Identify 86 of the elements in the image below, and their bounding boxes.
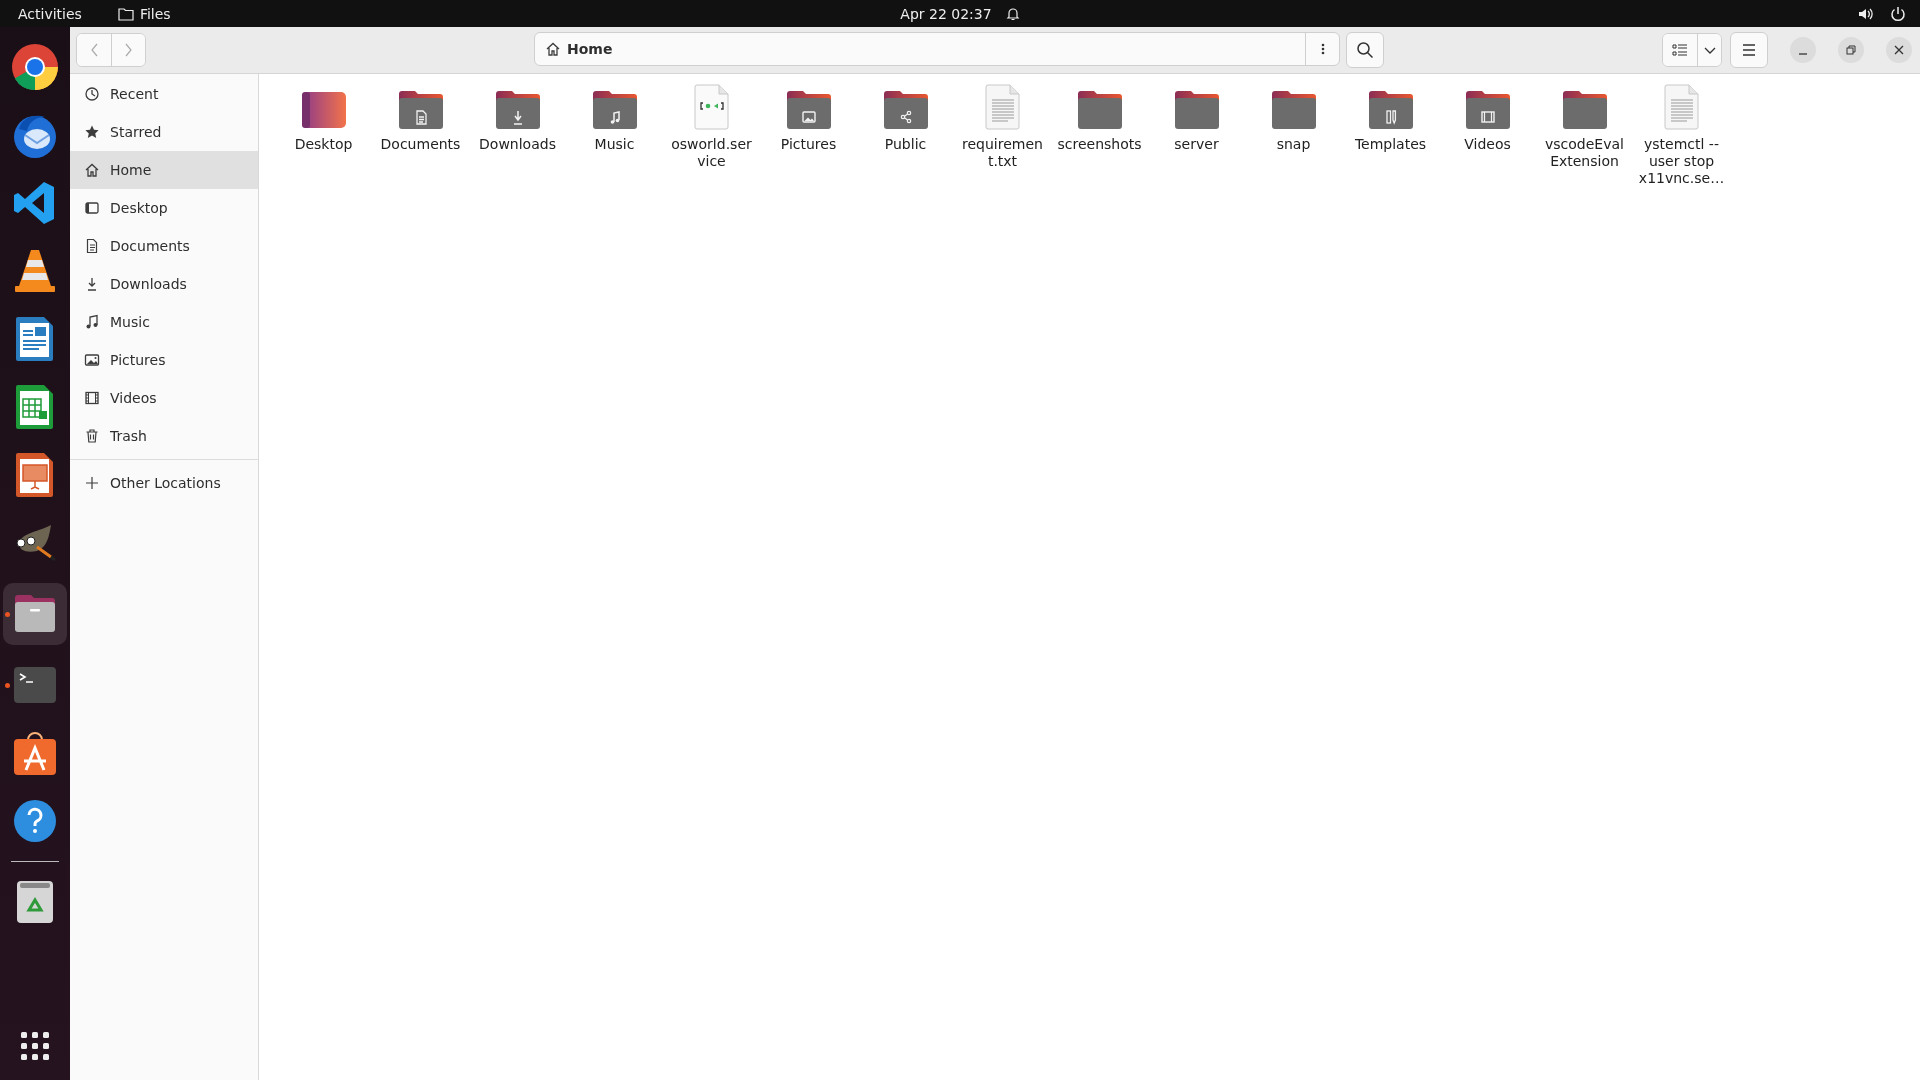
clock-icon <box>84 86 100 102</box>
file-manager-icon[interactable] <box>13 594 57 634</box>
folder-icon <box>1075 90 1124 130</box>
minimize-icon <box>1799 53 1807 55</box>
file-name[interactable]: snap <box>1250 136 1337 153</box>
restore-icon <box>1846 45 1856 55</box>
file-name[interactable]: ystemctl --user stop x11vnc.se… <box>1638 136 1725 187</box>
sidebar-item[interactable]: Videos <box>70 379 258 417</box>
presentation-app-icon[interactable] <box>15 451 55 499</box>
desktop-folder-icon <box>299 90 348 130</box>
folder-icon <box>1366 90 1415 130</box>
sidebar-item[interactable]: Home <box>70 151 258 189</box>
sidebar-item[interactable]: Downloads <box>70 265 258 303</box>
sidebar-item[interactable]: Starred <box>70 113 258 151</box>
file-name[interactable]: Desktop <box>280 136 367 153</box>
plus-icon <box>84 475 100 491</box>
browser-icon[interactable] <box>11 43 59 91</box>
file-name[interactable]: server <box>1153 136 1240 153</box>
chevron-right-icon <box>123 42 134 58</box>
service-file-icon <box>691 84 732 130</box>
vertical-dots-icon <box>1320 42 1325 56</box>
home-icon <box>84 162 100 178</box>
file-name[interactable]: Videos <box>1444 136 1531 153</box>
sidebar-item[interactable]: Pictures <box>70 341 258 379</box>
view-options-button[interactable] <box>1697 34 1721 66</box>
help-icon[interactable] <box>13 799 57 843</box>
menu-icon <box>1741 43 1757 57</box>
file-name[interactable]: Music <box>571 136 658 153</box>
sidebar-item[interactable]: Recent <box>70 75 258 113</box>
folder-icon <box>1463 90 1512 130</box>
close-icon <box>1894 45 1904 55</box>
search-icon <box>1356 41 1374 59</box>
minimize-button[interactable] <box>1790 37 1816 63</box>
star-icon <box>84 124 100 140</box>
sidebar-item[interactable]: Trash <box>70 417 258 455</box>
text-file-icon <box>982 84 1023 130</box>
spreadsheet-app-icon[interactable] <box>15 383 55 431</box>
document-app-icon[interactable] <box>15 315 55 363</box>
sidebar-item[interactable]: Documents <box>70 227 258 265</box>
folder-icon <box>1560 90 1609 130</box>
sidebar-item[interactable]: Desktop <box>70 189 258 227</box>
close-button[interactable] <box>1886 37 1912 63</box>
folder-icon <box>1172 90 1221 130</box>
menu-button[interactable] <box>1730 32 1768 68</box>
picture-icon <box>84 352 100 368</box>
text-file-icon <box>1661 84 1702 130</box>
caret-icon <box>1702 45 1717 55</box>
power-icon[interactable] <box>1890 5 1906 22</box>
folder-icon <box>590 90 639 130</box>
file-name[interactable]: osworld.service <box>668 136 755 170</box>
folder-icon <box>117 6 134 21</box>
file-name[interactable]: Documents <box>377 136 464 153</box>
folder-icon <box>396 90 445 130</box>
music-note-icon <box>84 314 100 330</box>
list-icon <box>1672 43 1688 57</box>
file-name[interactable]: screenshots <box>1056 136 1143 153</box>
sidebar-item[interactable]: Music <box>70 303 258 341</box>
file-name[interactable]: Templates <box>1347 136 1434 153</box>
file-name[interactable]: vscodeEvalExtension <box>1541 136 1628 170</box>
activities-button[interactable]: Activities <box>18 5 82 22</box>
app-grid-icon[interactable] <box>21 1032 49 1060</box>
clock[interactable]: Apr 22 02:37 <box>900 5 992 22</box>
file-name[interactable]: Public <box>862 136 949 153</box>
file-name[interactable]: Pictures <box>765 136 852 153</box>
folder-icon <box>1269 90 1318 130</box>
film-icon <box>84 390 100 406</box>
dock-slot[interactable] <box>3 583 67 645</box>
trash-icon[interactable] <box>16 880 54 924</box>
trash-icon <box>84 428 100 444</box>
chevron-left-icon <box>89 42 99 58</box>
document-icon <box>84 238 100 254</box>
maximize-button[interactable] <box>1838 37 1864 63</box>
folder-icon <box>493 90 542 130</box>
folder-icon <box>784 90 833 130</box>
home-icon <box>545 41 561 57</box>
desktop-icon <box>84 200 100 216</box>
folder-icon <box>881 90 930 130</box>
app-menu[interactable]: Files <box>139 5 171 22</box>
search-button[interactable] <box>1346 32 1384 68</box>
terminal-icon[interactable] <box>13 666 57 704</box>
sidebar-item[interactable]: Other Locations <box>70 464 258 502</box>
shopping-bag-icon[interactable] <box>13 730 57 776</box>
traffic-cone-icon[interactable] <box>13 248 57 294</box>
bell-icon <box>1005 6 1020 21</box>
file-name[interactable]: requirement.txt <box>959 136 1046 170</box>
file-name[interactable]: Downloads <box>474 136 561 153</box>
